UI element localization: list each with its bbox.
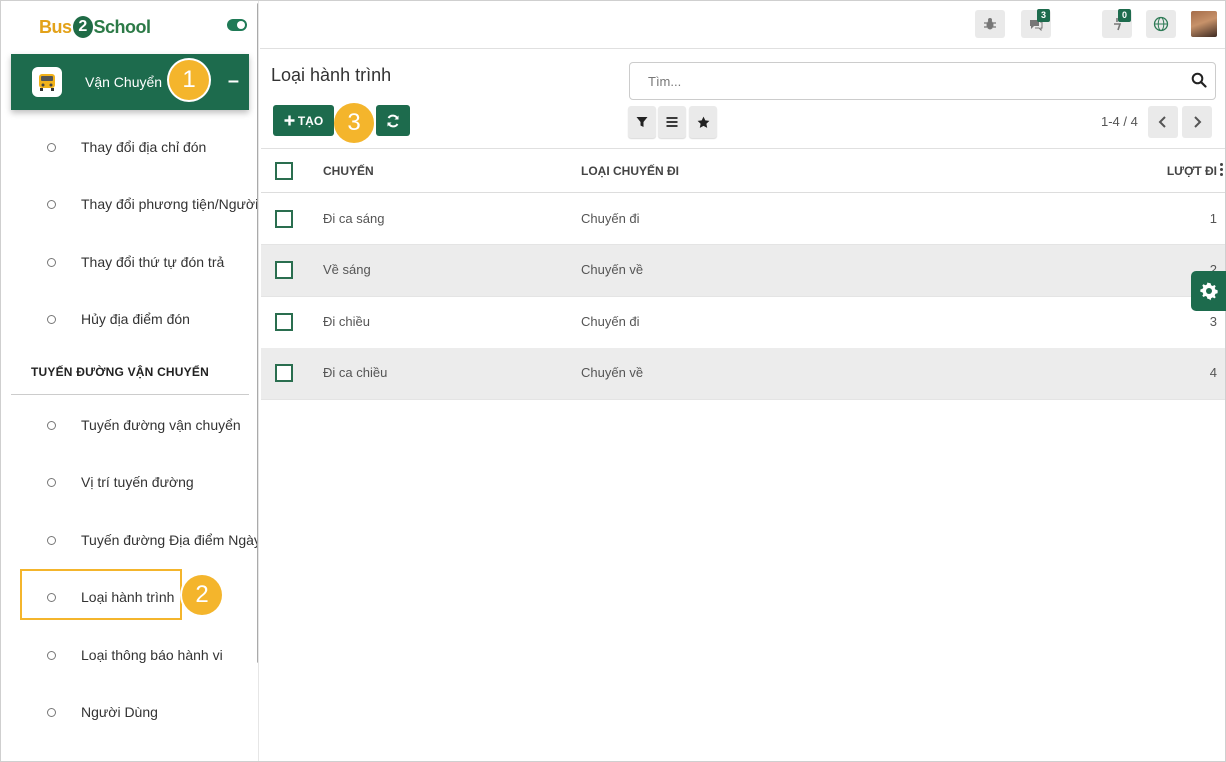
sidebar-item-label: Tuyến đường Địa điểm Ngày — [81, 532, 259, 548]
star-icon — [697, 116, 709, 128]
bullet-icon — [47, 199, 56, 209]
create-button-label: TẠO — [297, 113, 324, 128]
bullet-icon — [47, 314, 56, 324]
bug-icon[interactable] — [975, 10, 1005, 38]
table-row[interactable]: Đi ca sáng Chuyến đi 1 — [261, 193, 1225, 245]
activities-badge: 0 — [1118, 9, 1131, 22]
pager-previous-button[interactable] — [1148, 106, 1178, 138]
cell-loai-chuyen-di: Chuyến đi — [581, 211, 640, 226]
sidebar-item-label: Thay đổi địa chỉ đón — [81, 139, 207, 155]
cell-chuyen: Đi ca chiều — [323, 365, 388, 380]
sidebar-item-nguoi-dung[interactable]: Người Dùng — [1, 692, 258, 732]
sidebar-item-label: Tuyến đường vận chuyển — [81, 417, 241, 433]
sidebar-toggle[interactable] — [227, 19, 247, 31]
module-van-chuyen[interactable]: Vận Chuyển – — [11, 54, 249, 110]
bullet-icon — [47, 477, 56, 487]
sidebar-item-label: Hủy địa điểm đón — [81, 311, 190, 327]
sidebar-item-label: Vị trí tuyến đường — [81, 474, 194, 490]
sidebar-item-thay-doi-dia-chi-don[interactable]: Thay đổi địa chỉ đón — [1, 127, 258, 167]
sidebar-item-thay-doi-phuong-tien[interactable]: Thay đổi phương tiện/Người đưa đón — [1, 184, 259, 224]
sidebar-item-label: Loại thông báo hành vi — [81, 647, 223, 663]
select-all-checkbox[interactable] — [275, 162, 293, 180]
column-header-luot-di[interactable]: LƯỢT ĐI — [1167, 164, 1217, 178]
column-header-chuyen[interactable]: CHUYẾN — [323, 164, 374, 178]
page-title: Loại hành trình — [271, 65, 392, 85]
cell-chuyen: Đi chiều — [323, 314, 370, 329]
logo-text-2: 2 — [72, 16, 93, 38]
sidebar-item-huy-dia-diem-don[interactable]: Hủy địa điểm đón — [1, 299, 258, 339]
settings-tab[interactable] — [1191, 271, 1226, 311]
cell-loai-chuyen-di: Chuyến về — [581, 262, 644, 277]
table-row[interactable]: Về sáng Chuyến về 2 — [261, 245, 1225, 297]
sidebar-item-loai-thong-bao-hanh-vi[interactable]: Loại thông báo hành vi — [1, 635, 258, 675]
filter-icon — [636, 117, 648, 127]
logo-text-bus: Bus — [39, 16, 72, 37]
bullet-icon — [47, 650, 56, 660]
sidebar-item-label: Thay đổi thứ tự đón trả — [81, 254, 225, 270]
app-logo[interactable]: Bus 2 School — [39, 11, 151, 43]
groupby-button[interactable] — [658, 106, 686, 138]
chevron-right-icon — [1194, 116, 1202, 128]
bullet-icon — [47, 257, 56, 267]
favorites-button[interactable] — [689, 106, 717, 138]
cell-loai-chuyen-di: Chuyến về — [581, 365, 644, 380]
list-icon — [666, 117, 678, 127]
sidebar-item-vi-tri-tuyen-duong[interactable]: Vị trí tuyến đường — [1, 462, 258, 502]
user-avatar[interactable] — [1191, 11, 1217, 37]
topbar: 3 0 — [260, 1, 1225, 49]
sidebar-item-tuyen-duong-van-chuyen[interactable]: Tuyến đường vận chuyển — [1, 405, 258, 445]
bullet-icon — [47, 420, 56, 430]
sidebar-scrollbar[interactable] — [257, 3, 258, 663]
highlight-box — [20, 569, 182, 620]
bus-icon — [32, 67, 62, 97]
callout-2: 2 — [182, 575, 222, 615]
bullet-icon — [47, 142, 56, 152]
pager-next-button[interactable] — [1182, 106, 1212, 138]
refresh-icon — [387, 114, 399, 127]
logo-text-school: School — [93, 16, 152, 37]
bullet-icon — [47, 707, 56, 717]
sidebar-item-label: Thay đổi phương tiện/Người đưa đón — [81, 196, 259, 212]
cell-chuyen: Về sáng — [323, 262, 371, 277]
sidebar: Bus 2 School Vận Chuyển – Thay đổi địa chỉ… — [1, 1, 259, 761]
messages-button[interactable]: 3 — [1021, 9, 1051, 38]
search-input[interactable] — [630, 63, 1180, 99]
search-box[interactable] — [629, 62, 1216, 100]
section-divider — [11, 394, 249, 395]
messages-badge: 3 — [1037, 9, 1050, 22]
pager-value[interactable]: 1-4 / 4 — [1101, 114, 1138, 129]
module-label: Vận Chuyển — [85, 74, 163, 90]
column-options-icon[interactable] — [1220, 163, 1224, 178]
gear-icon — [1199, 282, 1218, 301]
callout-1: 1 — [169, 60, 209, 100]
table-row[interactable]: Đi chiều Chuyến đi 3 — [261, 297, 1225, 349]
cell-luot-di: 1 — [1209, 211, 1217, 226]
column-header-loai-chuyen-di[interactable]: LOẠI CHUYẾN ĐI — [581, 164, 679, 178]
collapse-icon[interactable]: – — [228, 71, 239, 91]
cell-chuyen: Đi ca sáng — [323, 211, 385, 226]
row-checkbox[interactable] — [275, 364, 293, 382]
cell-luot-di: 3 — [1209, 314, 1217, 329]
sidebar-section-title: TUYẾN ĐƯỜNG VẬN CHUYỂN — [31, 365, 209, 379]
globe-icon[interactable] — [1146, 10, 1176, 38]
callout-3: 3 — [334, 103, 374, 143]
cell-luot-di: 4 — [1209, 365, 1217, 380]
row-checkbox[interactable] — [275, 210, 293, 228]
table-header: CHUYẾN LOẠI CHUYẾN ĐI LƯỢT ĐI — [261, 148, 1225, 193]
cell-loai-chuyen-di: Chuyến đi — [581, 314, 640, 329]
bullet-icon — [47, 535, 56, 545]
table-row[interactable]: Đi ca chiều Chuyến về 4 — [261, 348, 1225, 400]
create-button[interactable]: TẠO — [273, 105, 334, 136]
row-checkbox[interactable] — [275, 313, 293, 331]
plus-icon — [284, 115, 295, 126]
activities-button[interactable]: 0 — [1102, 9, 1132, 38]
sidebar-item-label: Người Dùng — [81, 704, 158, 720]
chevron-left-icon — [1158, 116, 1166, 128]
sidebar-item-thay-doi-thu-tu[interactable]: Thay đổi thứ tự đón trả — [1, 242, 258, 282]
sidebar-item-tuyen-duong-dia-diem-ngay[interactable]: Tuyến đường Địa điểm Ngày — [1, 520, 259, 560]
row-checkbox[interactable] — [275, 261, 293, 279]
filter-button[interactable] — [628, 106, 656, 138]
refresh-button[interactable] — [376, 105, 410, 136]
search-icon[interactable] — [1191, 72, 1207, 88]
